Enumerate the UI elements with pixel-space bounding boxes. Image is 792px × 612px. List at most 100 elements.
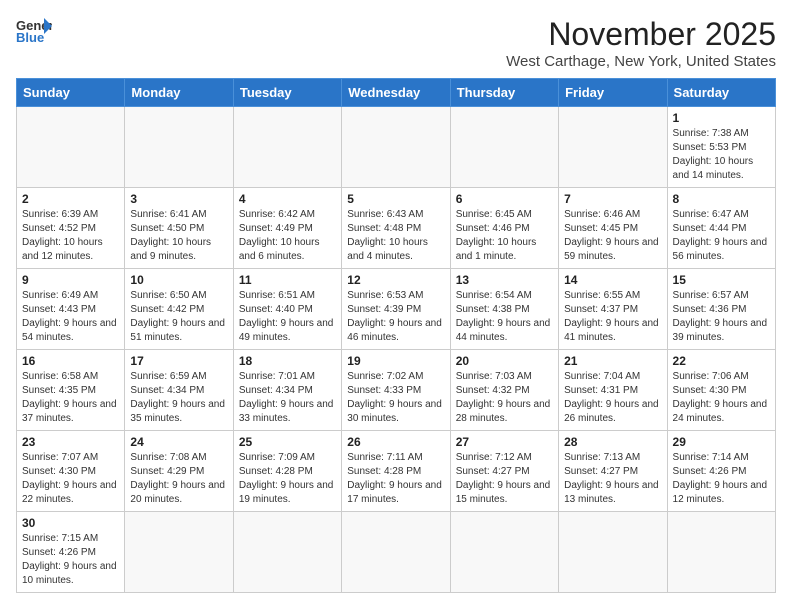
day-info: Sunrise: 7:15 AM Sunset: 4:26 PM Dayligh… [22, 532, 119, 588]
day-info: Sunrise: 7:08 AM Sunset: 4:29 PM Dayligh… [130, 451, 227, 507]
calendar-cell: 5 Sunrise: 6:43 AM Sunset: 4:48 PM Daylig… [342, 188, 450, 269]
calendar-cell: 20 Sunrise: 7:03 AM Sunset: 4:32 PM Dayli… [450, 350, 558, 431]
day-number: 14 [564, 273, 661, 287]
month-title: November 2025 [506, 16, 776, 53]
day-info: Sunrise: 7:11 AM Sunset: 4:28 PM Dayligh… [347, 451, 444, 507]
day-number: 8 [673, 192, 770, 206]
calendar-cell: 8 Sunrise: 6:47 AM Sunset: 4:44 PM Daylig… [667, 188, 775, 269]
calendar-cell: 22 Sunrise: 7:06 AM Sunset: 4:30 PM Dayli… [667, 350, 775, 431]
day-number: 21 [564, 354, 661, 368]
calendar-cell: 17 Sunrise: 6:59 AM Sunset: 4:34 PM Dayli… [125, 350, 233, 431]
day-info: Sunrise: 6:54 AM Sunset: 4:38 PM Dayligh… [456, 289, 553, 345]
calendar-cell: 16Sunrise: 6:58 AM Sunset: 4:35 PM Dayli… [17, 350, 125, 431]
day-number: 20 [456, 354, 553, 368]
calendar-cell [450, 107, 558, 188]
day-number: 30 [22, 516, 119, 530]
calendar-cell [233, 512, 341, 593]
logo: General Blue [16, 16, 52, 44]
week-row-0: 1 Sunrise: 7:38 AM Sunset: 5:53 PM Daylig… [17, 107, 776, 188]
day-info: Sunrise: 6:55 AM Sunset: 4:37 PM Dayligh… [564, 289, 661, 345]
day-info: Sunrise: 6:53 AM Sunset: 4:39 PM Dayligh… [347, 289, 444, 345]
day-info: Sunrise: 7:02 AM Sunset: 4:33 PM Dayligh… [347, 370, 444, 426]
weekday-header-tuesday: Tuesday [233, 79, 341, 107]
calendar-cell [559, 512, 667, 593]
weekday-header-thursday: Thursday [450, 79, 558, 107]
calendar-cell: 21 Sunrise: 7:04 AM Sunset: 4:31 PM Dayli… [559, 350, 667, 431]
week-row-2: 9Sunrise: 6:49 AM Sunset: 4:43 PM Daylig… [17, 269, 776, 350]
day-number: 4 [239, 192, 336, 206]
calendar-cell [342, 107, 450, 188]
day-number: 13 [456, 273, 553, 287]
calendar-cell: 2Sunrise: 6:39 AM Sunset: 4:52 PM Daylig… [17, 188, 125, 269]
svg-text:Blue: Blue [16, 30, 44, 44]
calendar-cell: 27 Sunrise: 7:12 AM Sunset: 4:27 PM Dayli… [450, 431, 558, 512]
calendar-cell: 14 Sunrise: 6:55 AM Sunset: 4:37 PM Dayli… [559, 269, 667, 350]
day-number: 29 [673, 435, 770, 449]
day-number: 16 [22, 354, 119, 368]
calendar-cell: 18 Sunrise: 7:01 AM Sunset: 4:34 PM Dayli… [233, 350, 341, 431]
title-section: November 2025 West Carthage, New York, U… [506, 16, 776, 70]
day-number: 27 [456, 435, 553, 449]
calendar-cell: 15Sunrise: 6:57 AM Sunset: 4:36 PM Dayli… [667, 269, 775, 350]
calendar-cell [559, 107, 667, 188]
day-info: Sunrise: 7:07 AM Sunset: 4:30 PM Dayligh… [22, 451, 119, 507]
day-info: Sunrise: 7:12 AM Sunset: 4:27 PM Dayligh… [456, 451, 553, 507]
calendar-cell: 23Sunrise: 7:07 AM Sunset: 4:30 PM Dayli… [17, 431, 125, 512]
day-info: Sunrise: 7:04 AM Sunset: 4:31 PM Dayligh… [564, 370, 661, 426]
calendar-cell: 1 Sunrise: 7:38 AM Sunset: 5:53 PM Daylig… [667, 107, 775, 188]
calendar-cell: 19 Sunrise: 7:02 AM Sunset: 4:33 PM Dayli… [342, 350, 450, 431]
day-info: Sunrise: 7:09 AM Sunset: 4:28 PM Dayligh… [239, 451, 336, 507]
calendar-cell: 10 Sunrise: 6:50 AM Sunset: 4:42 PM Dayli… [125, 269, 233, 350]
day-info: Sunrise: 6:43 AM Sunset: 4:48 PM Dayligh… [347, 208, 444, 264]
calendar-cell: 9Sunrise: 6:49 AM Sunset: 4:43 PM Daylig… [17, 269, 125, 350]
day-number: 28 [564, 435, 661, 449]
day-number: 25 [239, 435, 336, 449]
calendar-cell: 6 Sunrise: 6:45 AM Sunset: 4:46 PM Daylig… [450, 188, 558, 269]
calendar-cell: 12 Sunrise: 6:53 AM Sunset: 4:39 PM Dayli… [342, 269, 450, 350]
day-info: Sunrise: 6:51 AM Sunset: 4:40 PM Dayligh… [239, 289, 336, 345]
calendar-cell: 25 Sunrise: 7:09 AM Sunset: 4:28 PM Dayli… [233, 431, 341, 512]
day-info: Sunrise: 7:14 AM Sunset: 4:26 PM Dayligh… [673, 451, 770, 507]
calendar-cell: 26Sunrise: 7:11 AM Sunset: 4:28 PM Dayli… [342, 431, 450, 512]
day-info: Sunrise: 6:59 AM Sunset: 4:34 PM Dayligh… [130, 370, 227, 426]
day-number: 17 [130, 354, 227, 368]
day-number: 3 [130, 192, 227, 206]
weekday-header-row: SundayMondayTuesdayWednesdayThursdayFrid… [17, 79, 776, 107]
day-info: Sunrise: 6:42 AM Sunset: 4:49 PM Dayligh… [239, 208, 336, 264]
location-title: West Carthage, New York, United States [506, 53, 776, 70]
day-number: 6 [456, 192, 553, 206]
day-info: Sunrise: 7:38 AM Sunset: 5:53 PM Dayligh… [673, 127, 770, 183]
day-info: Sunrise: 6:47 AM Sunset: 4:44 PM Dayligh… [673, 208, 770, 264]
day-number: 18 [239, 354, 336, 368]
day-number: 24 [130, 435, 227, 449]
day-info: Sunrise: 7:06 AM Sunset: 4:30 PM Dayligh… [673, 370, 770, 426]
day-info: Sunrise: 6:45 AM Sunset: 4:46 PM Dayligh… [456, 208, 553, 264]
page-header: General Blue November 2025 West Carthage… [16, 16, 776, 70]
day-number: 19 [347, 354, 444, 368]
day-info: Sunrise: 6:49 AM Sunset: 4:43 PM Dayligh… [22, 289, 119, 345]
calendar-cell [125, 512, 233, 593]
calendar-cell [233, 107, 341, 188]
day-number: 1 [673, 111, 770, 125]
weekday-header-sunday: Sunday [17, 79, 125, 107]
calendar-cell [125, 107, 233, 188]
day-info: Sunrise: 7:01 AM Sunset: 4:34 PM Dayligh… [239, 370, 336, 426]
day-number: 5 [347, 192, 444, 206]
weekday-header-monday: Monday [125, 79, 233, 107]
day-number: 2 [22, 192, 119, 206]
day-number: 22 [673, 354, 770, 368]
day-number: 12 [347, 273, 444, 287]
weekday-header-friday: Friday [559, 79, 667, 107]
calendar-cell [450, 512, 558, 593]
day-number: 15 [673, 273, 770, 287]
week-row-3: 16Sunrise: 6:58 AM Sunset: 4:35 PM Dayli… [17, 350, 776, 431]
day-number: 11 [239, 273, 336, 287]
day-number: 10 [130, 273, 227, 287]
day-info: Sunrise: 6:50 AM Sunset: 4:42 PM Dayligh… [130, 289, 227, 345]
weekday-header-wednesday: Wednesday [342, 79, 450, 107]
calendar-cell: 3Sunrise: 6:41 AM Sunset: 4:50 PM Daylig… [125, 188, 233, 269]
calendar-cell: 29 Sunrise: 7:14 AM Sunset: 4:26 PM Dayli… [667, 431, 775, 512]
calendar-cell: 7Sunrise: 6:46 AM Sunset: 4:45 PM Daylig… [559, 188, 667, 269]
calendar-cell: 13 Sunrise: 6:54 AM Sunset: 4:38 PM Dayli… [450, 269, 558, 350]
day-info: Sunrise: 7:03 AM Sunset: 4:32 PM Dayligh… [456, 370, 553, 426]
